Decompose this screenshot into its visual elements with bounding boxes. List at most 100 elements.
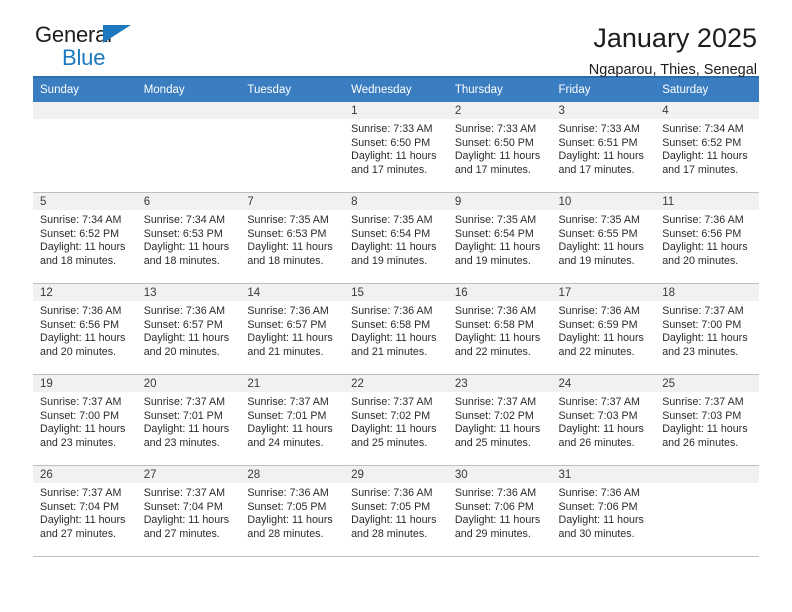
sunrise-text: Sunrise: 7:33 AM (454, 123, 537, 135)
sunrise-text: Sunrise: 7:37 AM (454, 396, 537, 408)
sunrise-text: Sunrise: 7:36 AM (454, 305, 537, 317)
calendar-cell (136, 102, 241, 193)
day-number: 5 (33, 193, 137, 210)
daylight-text-line2: and 27 minutes. (40, 527, 117, 540)
weekday-header-monday: Monday (136, 76, 241, 102)
day-cell[interactable]: 19 Sunrise: 7:37 AM Sunset: 7:00 PM Dayligh… (33, 375, 137, 465)
day-cell[interactable]: 27 Sunrise: 7:37 AM Sunset: 7:04 PM Dayligh… (136, 466, 241, 556)
day-cell[interactable]: 20 Sunrise: 7:37 AM Sunset: 7:01 PM Dayligh… (136, 375, 241, 465)
day-cell[interactable]: 23 Sunrise: 7:37 AM Sunset: 7:02 PM Dayligh… (447, 375, 552, 465)
day-number: 1 (344, 102, 448, 119)
day-number: 25 (655, 375, 759, 392)
weekday-header-sunday: Sunday (33, 76, 137, 102)
day-details: Sunrise: 7:37 AM Sunset: 7:04 PM Daylight:… (137, 483, 241, 541)
daylight-text-line2: and 17 minutes. (662, 163, 739, 176)
daylight-text-line2: and 18 minutes. (247, 254, 324, 267)
daylight-text-line2: and 26 minutes. (662, 436, 739, 449)
day-cell[interactable]: 26 Sunrise: 7:37 AM Sunset: 7:04 PM Dayligh… (33, 466, 137, 556)
sunset-text: Sunset: 7:00 PM (40, 409, 120, 422)
day-details: Sunrise: 7:37 AM Sunset: 7:04 PM Daylight:… (33, 483, 137, 541)
daylight-text-line2: and 18 minutes. (40, 254, 117, 267)
day-cell[interactable]: 5 Sunrise: 7:34 AM Sunset: 6:52 PM Daylight… (33, 193, 137, 283)
day-cell[interactable]: 8 Sunrise: 7:35 AM Sunset: 6:54 PM Daylight… (344, 193, 448, 283)
calendar-week-row: 5 Sunrise: 7:34 AM Sunset: 6:52 PM Daylight… (33, 192, 759, 284)
day-details: Sunrise: 7:35 AM Sunset: 6:54 PM Daylight:… (344, 210, 448, 268)
sunrise-text: Sunrise: 7:37 AM (143, 487, 226, 499)
day-number: 31 (551, 466, 656, 483)
general-blue-logo[interactable]: General Blue (35, 24, 131, 71)
day-details: Sunrise: 7:36 AM Sunset: 6:56 PM Daylight:… (655, 210, 759, 268)
day-cell[interactable]: 22 Sunrise: 7:37 AM Sunset: 7:02 PM Dayligh… (344, 375, 448, 465)
weekday-header-friday: Friday (551, 76, 656, 102)
day-cell[interactable]: 4 Sunrise: 7:34 AM Sunset: 6:52 PM Daylight… (655, 102, 759, 192)
day-details: Sunrise: 7:34 AM Sunset: 6:53 PM Daylight:… (137, 210, 241, 268)
daylight-text-line1: Daylight: 11 hours (143, 332, 230, 345)
sunrise-text: Sunrise: 7:36 AM (558, 305, 640, 317)
page-subtitle: Ngaparou, Thies, Senegal (588, 62, 757, 78)
day-number: 7 (240, 193, 345, 210)
day-cell[interactable]: 30 Sunrise: 7:36 AM Sunset: 7:06 PM Dayligh… (447, 466, 552, 556)
sunrise-text: Sunrise: 7:33 AM (351, 123, 433, 135)
day-cell[interactable]: 28 Sunrise: 7:36 AM Sunset: 7:05 PM Dayligh… (240, 466, 345, 556)
day-cell[interactable]: 31 Sunrise: 7:36 AM Sunset: 7:06 PM Dayligh… (551, 466, 656, 556)
sunrise-text: Sunrise: 7:36 AM (247, 487, 329, 499)
daylight-text-line2: and 24 minutes. (247, 436, 324, 449)
day-cell[interactable]: 15 Sunrise: 7:36 AM Sunset: 6:58 PM Dayligh… (344, 284, 448, 374)
day-number: 28 (240, 466, 345, 483)
daylight-text-line2: and 22 minutes. (454, 345, 531, 358)
triangle-icon (103, 25, 131, 43)
day-cell[interactable]: 9 Sunrise: 7:35 AM Sunset: 6:54 PM Daylight… (447, 193, 552, 283)
day-cell[interactable]: 2 Sunrise: 7:33 AM Sunset: 6:50 PM Daylight… (447, 102, 552, 192)
day-cell[interactable]: 18 Sunrise: 7:37 AM Sunset: 7:00 PM Dayligh… (655, 284, 759, 374)
day-cell[interactable]: 29 Sunrise: 7:36 AM Sunset: 7:05 PM Dayligh… (344, 466, 448, 556)
sunrise-text: Sunrise: 7:35 AM (558, 214, 640, 226)
calendar-cell: 28 Sunrise: 7:36 AM Sunset: 7:05 PM Dayligh… (240, 465, 345, 557)
daylight-text-line1: Daylight: 11 hours (40, 423, 126, 436)
day-cell[interactable]: 3 Sunrise: 7:33 AM Sunset: 6:51 PM Daylight… (551, 102, 656, 192)
daylight-text-line1: Daylight: 11 hours (662, 241, 748, 254)
sunset-text: Sunset: 7:03 PM (662, 409, 742, 422)
day-cell-empty (240, 102, 345, 192)
day-cell[interactable]: 24 Sunrise: 7:37 AM Sunset: 7:03 PM Dayligh… (551, 375, 656, 465)
day-cell[interactable]: 14 Sunrise: 7:36 AM Sunset: 6:57 PM Dayligh… (240, 284, 345, 374)
day-cell-empty (655, 466, 759, 556)
day-cell[interactable]: 16 Sunrise: 7:36 AM Sunset: 6:58 PM Dayligh… (447, 284, 552, 374)
day-details: Sunrise: 7:37 AM Sunset: 7:02 PM Daylight:… (448, 392, 552, 450)
day-cell[interactable]: 10 Sunrise: 7:35 AM Sunset: 6:55 PM Dayligh… (551, 193, 656, 283)
day-cell[interactable]: 13 Sunrise: 7:36 AM Sunset: 6:57 PM Dayligh… (136, 284, 241, 374)
day-cell[interactable]: 6 Sunrise: 7:34 AM Sunset: 6:53 PM Daylight… (136, 193, 241, 283)
calendar-week-row: 26 Sunrise: 7:37 AM Sunset: 7:04 PM Dayligh… (33, 465, 759, 557)
calendar-cell (33, 102, 137, 193)
day-details: Sunrise: 7:36 AM Sunset: 7:05 PM Daylight:… (240, 483, 344, 541)
day-cell[interactable]: 12 Sunrise: 7:36 AM Sunset: 6:56 PM Dayligh… (33, 284, 137, 374)
page-title: January 2025 (593, 23, 757, 53)
daylight-text-line2: and 25 minutes. (454, 436, 531, 449)
daylight-text-line2: and 21 minutes. (351, 345, 428, 358)
day-details: Sunrise: 7:34 AM Sunset: 6:52 PM Daylight:… (33, 210, 137, 268)
sunrise-text: Sunrise: 7:34 AM (143, 214, 226, 226)
daylight-text-line1: Daylight: 11 hours (40, 241, 126, 254)
daylight-text-line2: and 28 minutes. (247, 527, 324, 540)
calendar-cell: 29 Sunrise: 7:36 AM Sunset: 7:05 PM Dayligh… (344, 465, 448, 557)
sunset-text: Sunset: 6:52 PM (40, 227, 120, 240)
day-cell[interactable]: 11 Sunrise: 7:36 AM Sunset: 6:56 PM Dayligh… (655, 193, 759, 283)
daylight-text-line2: and 17 minutes. (558, 163, 635, 176)
calendar-week-row: 19 Sunrise: 7:37 AM Sunset: 7:00 PM Dayligh… (33, 374, 759, 466)
calendar-week-row: 12 Sunrise: 7:36 AM Sunset: 6:56 PM Dayligh… (33, 283, 759, 375)
day-cell[interactable]: 7 Sunrise: 7:35 AM Sunset: 6:53 PM Daylight… (240, 193, 345, 283)
day-cell[interactable]: 21 Sunrise: 7:37 AM Sunset: 7:01 PM Dayligh… (240, 375, 345, 465)
day-cell[interactable]: 25 Sunrise: 7:37 AM Sunset: 7:03 PM Dayligh… (655, 375, 759, 465)
calendar-week-row: 1 Sunrise: 7:33 AM Sunset: 6:50 PM Daylight… (33, 102, 759, 193)
weekday-header-row: Sunday Monday Tuesday Wednesday Thursday… (33, 76, 759, 102)
sunrise-text: Sunrise: 7:35 AM (351, 214, 433, 226)
sunset-text: Sunset: 6:57 PM (247, 318, 327, 331)
day-details: Sunrise: 7:37 AM Sunset: 7:03 PM Daylight:… (552, 392, 656, 450)
daylight-text-line1: Daylight: 11 hours (662, 332, 748, 345)
day-number: 16 (447, 284, 552, 301)
day-number: 22 (344, 375, 448, 392)
calendar-cell: 30 Sunrise: 7:36 AM Sunset: 7:06 PM Dayligh… (447, 465, 552, 557)
calendar-cell: 9 Sunrise: 7:35 AM Sunset: 6:54 PM Daylight… (447, 192, 552, 284)
calendar-cell: 22 Sunrise: 7:37 AM Sunset: 7:02 PM Dayligh… (344, 374, 448, 466)
day-cell[interactable]: 17 Sunrise: 7:36 AM Sunset: 6:59 PM Dayligh… (551, 284, 656, 374)
day-cell[interactable]: 1 Sunrise: 7:33 AM Sunset: 6:50 PM Daylight… (344, 102, 448, 192)
